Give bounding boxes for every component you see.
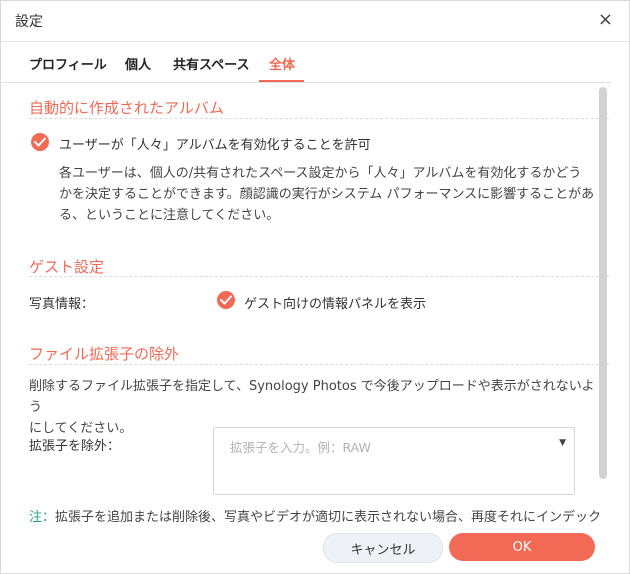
guest-info-panel-label[interactable]: ゲスト向けの情報パネルを表示 [244,293,426,312]
settings-dialog: 設定 × プロフィール 個人 共有スペース 全体 自動的に作成されたアルバム ユ… [0,0,630,574]
close-icon[interactable]: × [598,10,613,30]
section-divider [29,364,609,365]
guest-info-panel-checkbox[interactable] [217,291,235,309]
tab-shared-space[interactable]: 共有スペース [173,54,249,73]
people-album-description: 各ユーザーは、個人の/共有されたスペース設定から「人々」アルバムを有効化するかど… [59,163,599,226]
description-line: 削除するファイル拡張子を指定して、Synology Photos で今後アップロ… [29,379,595,415]
description-line: 各ユーザーは、個人の/共有されたスペース設定から「人々」アルバムを有効化するかど… [59,166,582,181]
section-title-guest: ゲスト設定 [29,258,105,276]
note-body: 拡張子を追加または削除後、写真やビデオが適切に表示されない場合、再度それにインデ… [55,510,602,523]
dialog-footer: キャンセル OK [1,523,629,573]
exclude-ext-input[interactable]: 拡張子を入力。例：RAW ▼ [213,427,575,495]
active-tab-indicator [259,80,304,82]
exclude-ext-label: 拡張子を除外： [29,439,121,454]
tab-profile[interactable]: プロフィール [29,54,107,73]
section-divider [29,276,609,277]
checkmark-icon [220,295,232,305]
section-title-file-ext: ファイル拡張子の除外 [29,345,180,363]
photo-info-label: 写真情報： [29,297,95,312]
ok-button[interactable]: OK [449,533,595,561]
dialog-title: 設定 [15,14,43,30]
dropdown-caret-icon[interactable]: ▼ [559,438,566,448]
checkmark-icon [34,137,46,147]
section-divider [29,118,609,119]
people-album-checkbox[interactable] [31,133,49,151]
people-album-checkbox-label[interactable]: ユーザーが「人々」アルバムを有効化することを許可 [59,134,371,153]
description-line: かを決定することができます。顔認識の実行がシステム パフォーマンスに影響すること… [59,187,595,202]
settings-content: 自動的に作成されたアルバム ユーザーが「人々」アルバムを有効化することを許可 各… [1,83,611,523]
dialog-titlebar: 設定 × [1,1,629,42]
exclude-ext-placeholder: 拡張子を入力。例：RAW [230,440,371,455]
cancel-button[interactable]: キャンセル [323,533,443,563]
tab-personal[interactable]: 個人 [125,54,151,73]
tab-bar: プロフィール 個人 共有スペース 全体 [1,42,611,83]
note-text: 注：拡張子を追加または削除後、写真やビデオが適切に表示されない場合、再度それにイ… [29,506,601,523]
tab-general[interactable]: 全体 [269,54,295,73]
note-label: 注： [29,510,56,523]
section-title-auto-album: 自動的に作成されたアルバム [29,99,224,117]
description-line: る、ということに注意してください。 [59,208,280,223]
content-scrollbar[interactable] [599,87,607,479]
